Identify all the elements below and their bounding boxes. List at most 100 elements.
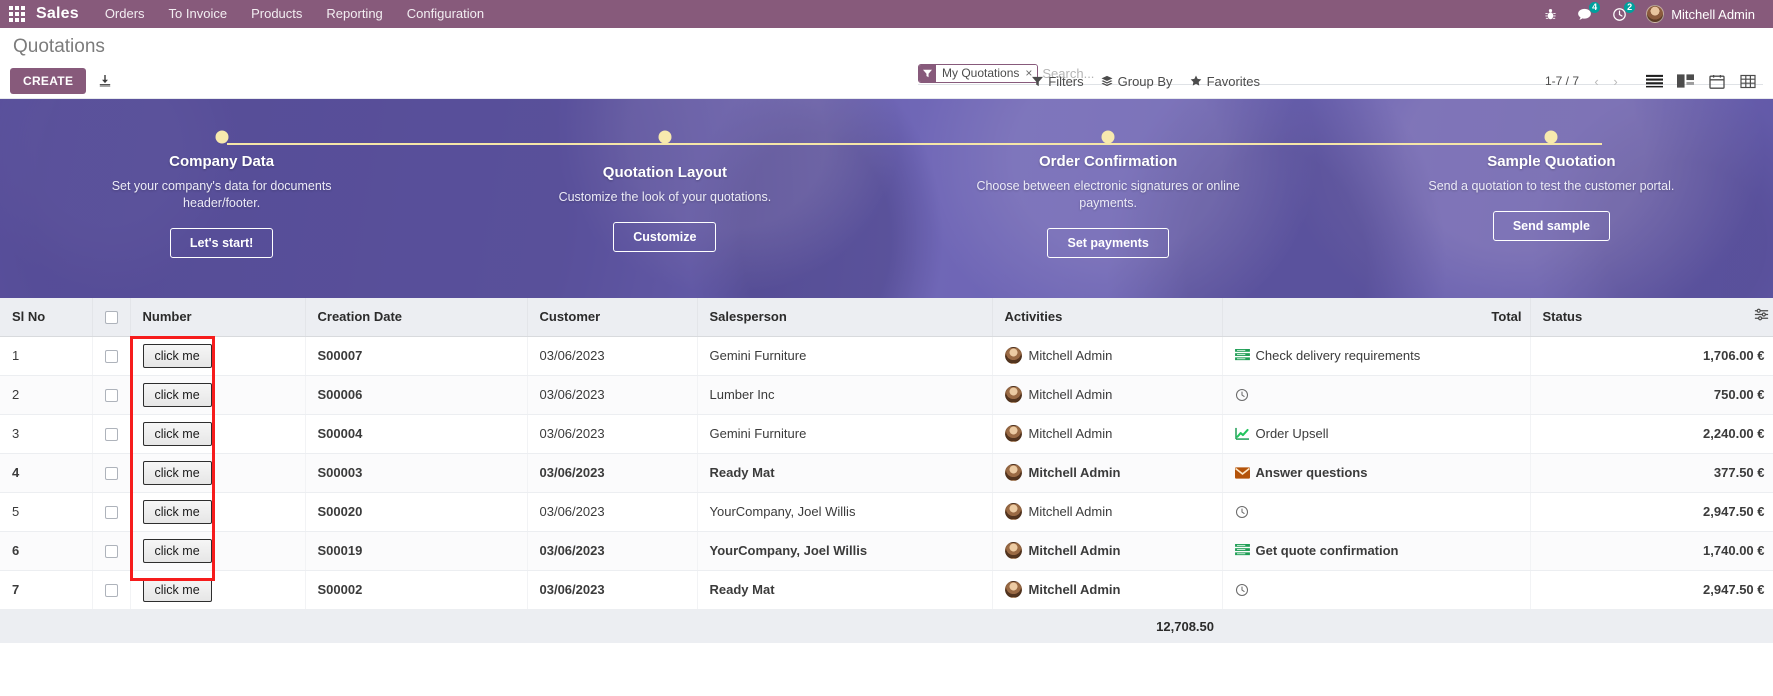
cell-total: 1,740.00 € bbox=[1530, 531, 1773, 571]
table-row[interactable]: 6 click me S00019 03/06/2023 YourCompany… bbox=[0, 531, 1773, 571]
group-by-button[interactable]: Group By bbox=[1101, 74, 1173, 89]
row-checkbox[interactable] bbox=[104, 389, 118, 403]
column-header-activities[interactable]: Activities bbox=[992, 298, 1223, 337]
salesperson-name: Mitchell Admin bbox=[1028, 348, 1113, 363]
click-me-button[interactable]: click me bbox=[142, 460, 212, 485]
cell-number-button: click me bbox=[130, 336, 306, 376]
user-menu[interactable]: Mitchell Admin bbox=[1638, 0, 1763, 28]
kanban-view-icon[interactable] bbox=[1670, 68, 1701, 94]
cell-select bbox=[92, 375, 131, 415]
pager-next-button[interactable]: › bbox=[1606, 70, 1625, 92]
cell-number-button: click me bbox=[130, 414, 306, 454]
row-checkbox[interactable] bbox=[104, 467, 118, 481]
cell-activities: Answer questions bbox=[1222, 453, 1531, 493]
table-row[interactable]: 1 click me S00007 03/06/2023 Gemini Furn… bbox=[0, 336, 1773, 376]
cell-select bbox=[92, 492, 131, 532]
cell-creation-date: S00019 bbox=[305, 531, 528, 571]
cell-select bbox=[92, 414, 131, 454]
select-all-checkbox[interactable] bbox=[104, 311, 118, 325]
row-checkbox[interactable] bbox=[104, 506, 118, 520]
step-title: Sample Quotation bbox=[1487, 153, 1616, 170]
send-sample-button[interactable]: Send sample bbox=[1492, 211, 1610, 241]
column-header-number[interactable]: Number bbox=[130, 298, 306, 337]
cell-salesperson: Mitchell Admin bbox=[992, 531, 1223, 571]
row-checkbox[interactable] bbox=[104, 584, 118, 598]
clock-icon[interactable] bbox=[1235, 583, 1249, 597]
clock-icon[interactable] bbox=[1235, 505, 1249, 519]
menu-item-products[interactable]: Products bbox=[239, 0, 314, 28]
cell-date-value: 03/06/2023 bbox=[527, 453, 698, 493]
column-header-customer[interactable]: Customer bbox=[527, 298, 698, 337]
pivot-view-icon[interactable] bbox=[1732, 68, 1763, 94]
list-green-icon[interactable] bbox=[1234, 349, 1250, 362]
create-button[interactable]: CREATE bbox=[10, 68, 87, 94]
row-checkbox[interactable] bbox=[104, 428, 118, 442]
chat-icon[interactable]: 4 bbox=[1568, 0, 1601, 28]
menu-item-to-invoice[interactable]: To Invoice bbox=[157, 0, 240, 28]
pager-previous-button[interactable]: ‹ bbox=[1587, 70, 1606, 92]
onboarding-banner: Company Data Set your company's data for… bbox=[0, 99, 1773, 298]
envelope-orange-icon[interactable] bbox=[1234, 466, 1250, 479]
lets-start-button[interactable]: Let's start! bbox=[169, 228, 274, 258]
column-header-total[interactable]: Total bbox=[1222, 298, 1531, 337]
cell-date-value: 03/06/2023 bbox=[527, 531, 698, 571]
onboarding-step-quotation-layout: Quotation Layout Customize the look of y… bbox=[443, 99, 886, 252]
cell-sl-no: 2 bbox=[0, 375, 93, 415]
table-row[interactable]: 5 click me S00020 03/06/2023 YourCompany… bbox=[0, 492, 1773, 532]
cell-number-button: click me bbox=[130, 531, 306, 571]
cell-activities: Get quote confirmation bbox=[1222, 531, 1531, 571]
table-row[interactable]: 3 click me S00004 03/06/2023 Gemini Furn… bbox=[0, 414, 1773, 454]
column-header-status[interactable]: Status bbox=[1530, 298, 1773, 337]
click-me-button[interactable]: click me bbox=[142, 499, 212, 524]
row-checkbox[interactable] bbox=[104, 545, 118, 559]
cell-select bbox=[92, 531, 131, 571]
column-header-sl-no[interactable]: Sl No bbox=[0, 298, 93, 337]
table-footer: 12,708.50 bbox=[0, 608, 1773, 643]
click-me-button[interactable]: click me bbox=[142, 577, 212, 602]
favorites-button[interactable]: Favorites bbox=[1190, 74, 1260, 89]
calendar-view-icon[interactable] bbox=[1701, 68, 1732, 94]
optional-columns-toggle-icon[interactable] bbox=[1754, 307, 1769, 325]
cell-activities bbox=[1222, 570, 1531, 610]
table-row[interactable]: 2 click me S00006 03/06/2023 Lumber Inc … bbox=[0, 375, 1773, 415]
upload-import-icon[interactable] bbox=[98, 74, 112, 88]
menu-item-reporting[interactable]: Reporting bbox=[314, 0, 394, 28]
table-body: 1 click me S00007 03/06/2023 Gemini Furn… bbox=[0, 336, 1773, 610]
cell-creation-date: S00004 bbox=[305, 414, 528, 454]
salesperson-name: Mitchell Admin bbox=[1028, 543, 1121, 558]
list-view-icon[interactable] bbox=[1639, 68, 1670, 94]
menu-item-orders[interactable]: Orders bbox=[93, 0, 157, 28]
bug-icon[interactable] bbox=[1535, 0, 1566, 28]
filters-button[interactable]: Filters bbox=[1032, 74, 1084, 89]
chart-line-green-icon[interactable] bbox=[1234, 427, 1250, 440]
table-row[interactable]: 7 click me S00002 03/06/2023 Ready Mat M… bbox=[0, 570, 1773, 610]
cell-salesperson: Mitchell Admin bbox=[992, 375, 1223, 415]
set-payments-button[interactable]: Set payments bbox=[1047, 228, 1169, 258]
clock-icon[interactable]: 2 bbox=[1603, 0, 1636, 28]
quotations-table: Sl No Number Creation Date Customer Sale… bbox=[0, 298, 1773, 643]
activity-label: Answer questions bbox=[1255, 465, 1368, 480]
cell-creation-date: S00020 bbox=[305, 492, 528, 532]
clock-icon[interactable] bbox=[1235, 388, 1249, 402]
cell-activities bbox=[1222, 375, 1531, 415]
click-me-button[interactable]: click me bbox=[142, 343, 212, 368]
menu-item-configuration[interactable]: Configuration bbox=[395, 0, 496, 28]
column-header-creation-date[interactable]: Creation Date bbox=[305, 298, 528, 337]
apps-grid-icon[interactable] bbox=[0, 0, 34, 28]
click-me-button[interactable]: click me bbox=[142, 538, 212, 563]
activities-badge-count: 2 bbox=[1624, 2, 1636, 13]
column-header-salesperson[interactable]: Salesperson bbox=[697, 298, 993, 337]
cell-number-button: click me bbox=[130, 375, 306, 415]
step-dot-icon bbox=[1101, 130, 1115, 144]
cell-total: 1,706.00 € bbox=[1530, 336, 1773, 376]
click-me-button[interactable]: click me bbox=[142, 382, 212, 407]
cell-date-value: 03/06/2023 bbox=[527, 570, 698, 610]
table-row[interactable]: 4 click me S00003 03/06/2023 Ready Mat M… bbox=[0, 453, 1773, 493]
app-brand-sales[interactable]: Sales bbox=[34, 5, 93, 23]
customize-button[interactable]: Customize bbox=[613, 222, 717, 252]
click-me-button[interactable]: click me bbox=[142, 421, 212, 446]
list-green-icon[interactable] bbox=[1234, 544, 1250, 557]
chat-badge-count: 4 bbox=[1589, 2, 1601, 13]
onboarding-step-sample-quotation: Sample Quotation Send a quotation to tes… bbox=[1330, 99, 1773, 241]
row-checkbox[interactable] bbox=[104, 350, 118, 364]
